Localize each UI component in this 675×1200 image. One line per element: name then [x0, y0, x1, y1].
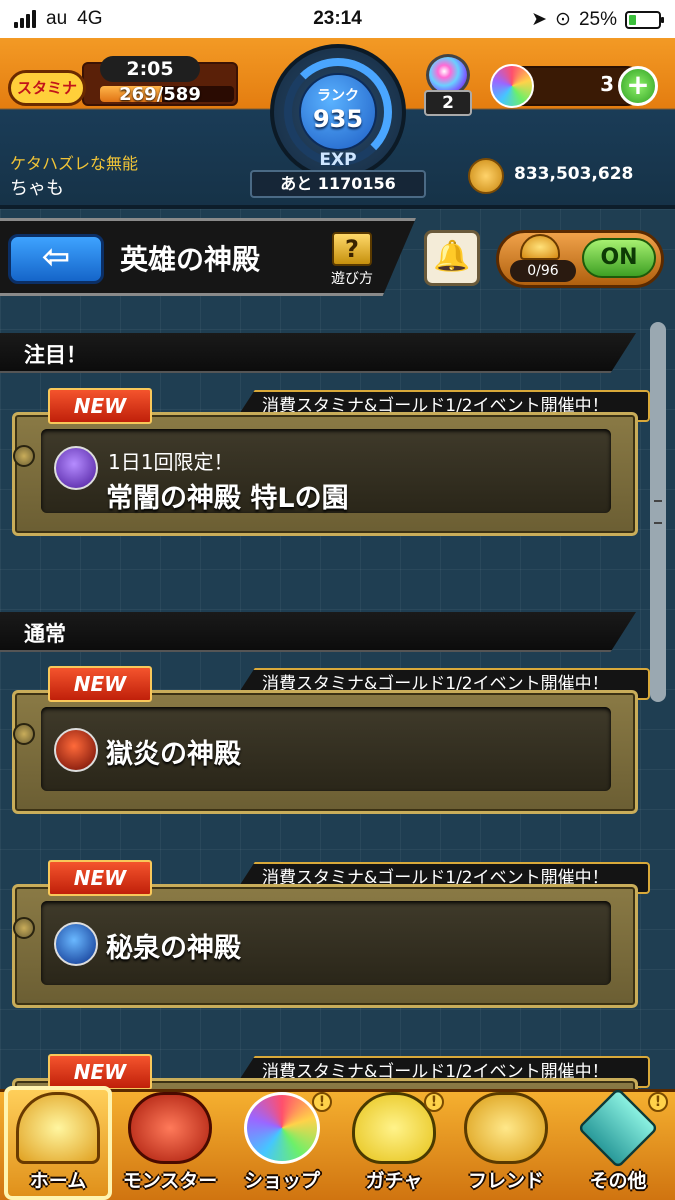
exp-remaining: あと 1170156: [250, 170, 426, 198]
tab-friend[interactable]: フレンド: [450, 1088, 562, 1200]
tab-home-label: ホーム: [29, 1170, 87, 1192]
rank-label: ランク: [317, 88, 359, 104]
tab-home[interactable]: ホーム: [2, 1088, 114, 1200]
auto-toggle[interactable]: ON: [582, 238, 656, 278]
rank-value: 935: [312, 105, 364, 133]
status-right: ➤ ⊙ 25%: [531, 8, 664, 31]
rainbow-orb-icon: [244, 1092, 320, 1164]
user-name: ちゃも: [10, 178, 64, 199]
tab-gacha-label: ガチャ: [365, 1170, 423, 1192]
fire-element-icon: [54, 728, 98, 772]
tab-friend-label: フレンド: [467, 1170, 544, 1192]
tab-monster[interactable]: モンスター: [114, 1088, 226, 1200]
section-normal: 通常: [0, 612, 636, 652]
quest-name: 常闇の神殿 特Lの園: [106, 483, 349, 514]
card-rivet: [13, 917, 35, 939]
new-badge: NEW: [48, 388, 152, 424]
water-element-icon: [54, 922, 98, 966]
monster-icon: [128, 1092, 212, 1164]
user-title: ケタハズレな無能: [10, 154, 139, 173]
page-title: 英雄の神殿: [120, 243, 261, 276]
tab-other-label: その他: [589, 1170, 647, 1192]
card-rivet: [13, 723, 35, 745]
new-badge: NEW: [48, 666, 152, 702]
battery-icon: [625, 10, 664, 29]
alert-icon: !: [648, 1092, 668, 1112]
card-rivet: [13, 445, 35, 467]
new-badge: NEW: [48, 860, 152, 896]
scroll-grip-icon[interactable]: [654, 500, 662, 524]
help-icon: ?: [332, 232, 372, 266]
tab-shop-label: ショップ: [243, 1170, 320, 1192]
location-icon: ➤: [531, 9, 548, 30]
orb-flask-button[interactable]: 2: [420, 54, 476, 118]
tab-monster-label: モンスター: [122, 1170, 218, 1192]
orb-icon: [490, 64, 534, 108]
auto-count: 0/96: [510, 260, 576, 282]
section-featured-label: 注目！: [24, 343, 87, 367]
stamina-icon: スタミナ: [8, 70, 86, 106]
battery-percent: 25%: [578, 8, 617, 30]
orb-count: 3: [600, 72, 614, 96]
tab-other[interactable]: ! その他: [562, 1087, 674, 1200]
tab-shop[interactable]: ! ショップ: [226, 1088, 338, 1200]
tab-gacha[interactable]: ! ガチャ: [338, 1088, 450, 1200]
friend-icon: [464, 1092, 548, 1164]
bell-icon[interactable]: 🔔: [424, 230, 480, 286]
stamina-count: 269/589: [119, 84, 201, 105]
help-label: 遊び方: [331, 271, 373, 287]
buy-orb-button[interactable]: +: [618, 66, 658, 106]
quest-card[interactable]: 消費スタミナ&ゴールド1/2イベント開催中！ NEW 獄炎の神殿: [12, 666, 650, 814]
card-frame: [12, 412, 638, 536]
back-button[interactable]: ⇦: [8, 234, 104, 284]
quest-card[interactable]: 消費スタミナ&ゴールド1/2イベント開催中！ NEW 秘泉の神殿: [12, 860, 650, 1008]
alert-icon: !: [312, 1092, 332, 1112]
quest-name: 秘泉の神殿: [106, 933, 241, 964]
section-normal-label: 通常: [24, 622, 66, 646]
home-icon: [16, 1092, 100, 1164]
dark-element-icon: [54, 446, 98, 490]
rank-orb: ランク 935: [299, 73, 377, 151]
stamina-timer: 2:05: [100, 56, 200, 82]
alert-icon: !: [424, 1092, 444, 1112]
gold-coin-icon: [468, 158, 504, 194]
help-button[interactable]: ? 遊び方: [326, 232, 378, 290]
quest-name: 獄炎の神殿: [106, 739, 241, 770]
exp-label: EXP: [319, 150, 357, 170]
flask-count: 2: [424, 90, 472, 116]
new-badge: NEW: [48, 1054, 152, 1090]
quest-subtitle: 1日1回限定！: [108, 450, 234, 474]
quest-card[interactable]: 消費スタミナ&ゴールド1/2イベント開催中！ NEW 1日1回限定！ 常闇の神殿…: [12, 388, 650, 536]
gold-value: 833,503,628: [514, 164, 634, 184]
other-icon: [577, 1087, 659, 1169]
status-bar: au 4G 23:14 ➤ ⊙ 25%: [0, 0, 675, 38]
section-featured: 注目！: [0, 333, 636, 373]
rotation-lock-icon: ⊙: [555, 9, 571, 30]
